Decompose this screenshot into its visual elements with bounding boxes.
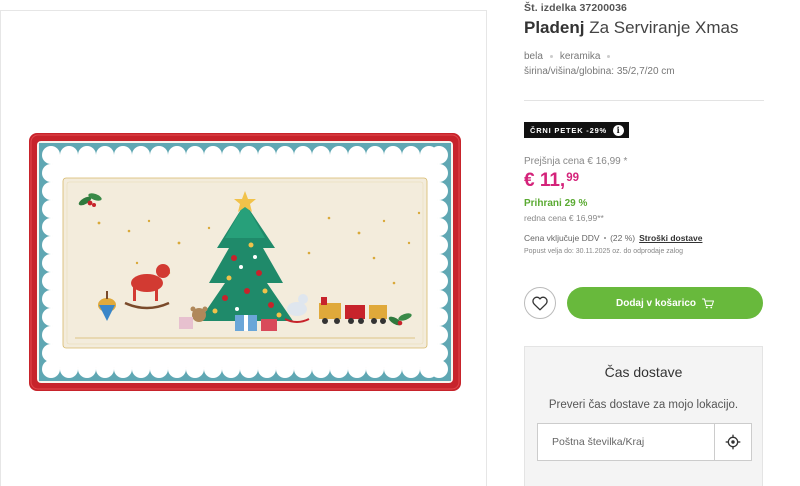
postal-code-field <box>537 423 752 461</box>
add-to-cart-label: Dodaj v košarico <box>615 297 697 309</box>
attribute-material: keramika <box>559 51 601 62</box>
delivery-time-panel: Čas dostave Preveri čas dostave za mojo … <box>524 346 763 486</box>
attribute-separator <box>549 55 553 58</box>
vat-text: Cena vključuje DDV <box>524 233 600 243</box>
promo-badge: ČRNI PETEK -29% i <box>524 122 630 138</box>
locate-button[interactable] <box>714 424 751 460</box>
vat-rate: (22 %) <box>610 233 636 243</box>
crosshair-icon <box>725 434 741 450</box>
cart-icon <box>702 298 715 308</box>
product-title: Pladenj Za Serviranje Xmas <box>524 18 738 38</box>
attribute-separator <box>607 55 611 58</box>
delivery-description: Preveri čas dostave za mojo lokacijo. <box>548 399 739 411</box>
product-brand: Pladenj <box>524 18 585 37</box>
regular-price: redna cena € 16,99** <box>524 213 604 223</box>
info-icon[interactable]: i <box>613 124 625 136</box>
product-sku: Št. izdelka 37200036 <box>524 2 627 14</box>
promo-badge-label: ČRNI PETEK -29% <box>530 125 608 135</box>
product-name: Za Serviranje Xmas <box>584 18 739 37</box>
product-image-panel <box>0 10 487 486</box>
vat-info: Cena vključuje DDV (22 %) Stroški dostav… <box>524 233 702 243</box>
current-price: € 11, 99 <box>524 170 579 192</box>
divider <box>524 100 764 101</box>
heart-icon <box>532 296 548 311</box>
product-image[interactable] <box>29 133 461 391</box>
attribute-color: bela <box>524 51 543 62</box>
discount-validity: Popust velja do: 30.11.2025 oz. do odpro… <box>524 248 684 255</box>
product-dimensions: širina/višina/globina: 35/2,7/20 cm <box>524 66 675 77</box>
delivery-title: Čas dostave <box>604 364 683 380</box>
vat-separator <box>603 236 607 240</box>
product-attributes: bela keramika <box>524 51 611 62</box>
price-cents: 99 <box>566 172 580 184</box>
saving-label: Prihrani 29 % <box>524 198 588 209</box>
add-to-cart-button[interactable]: Dodaj v košarico <box>567 287 763 319</box>
shipping-cost-link[interactable]: Stroški dostave <box>639 233 702 243</box>
price-main: € 11, <box>524 170 566 191</box>
previous-price: Prejšnja cena € 16,99 * <box>524 156 628 167</box>
wishlist-button[interactable] <box>524 287 556 319</box>
postal-code-input[interactable] <box>538 424 714 460</box>
